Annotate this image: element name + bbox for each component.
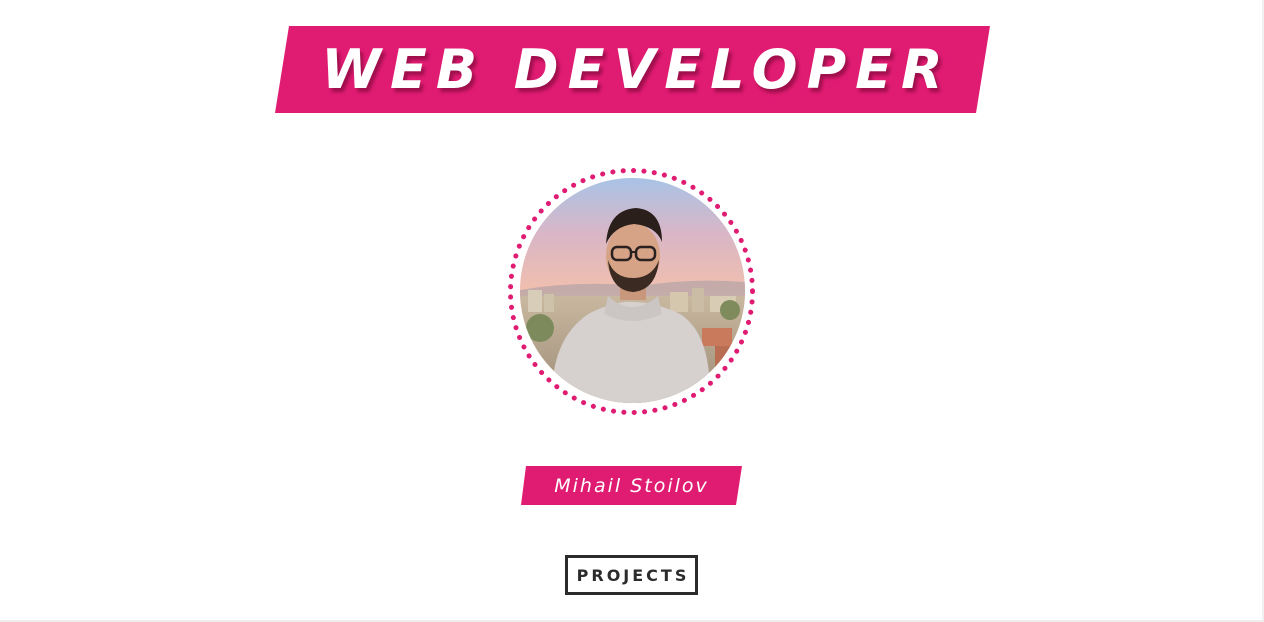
page-title: WEB DEVELOPER [321, 38, 952, 101]
profile-photo-illustration [520, 178, 745, 403]
title-banner: WEB DEVELOPER [275, 26, 990, 113]
avatar [506, 166, 757, 417]
page: WEB DEVELOPER Mihail Stoilov PROJECTS [0, 0, 1264, 622]
profile-name: Mihail Stoilov [554, 474, 709, 497]
profile-photo [520, 178, 745, 403]
name-tag: Mihail Stoilov [521, 466, 742, 505]
projects-button[interactable]: PROJECTS [565, 555, 698, 595]
